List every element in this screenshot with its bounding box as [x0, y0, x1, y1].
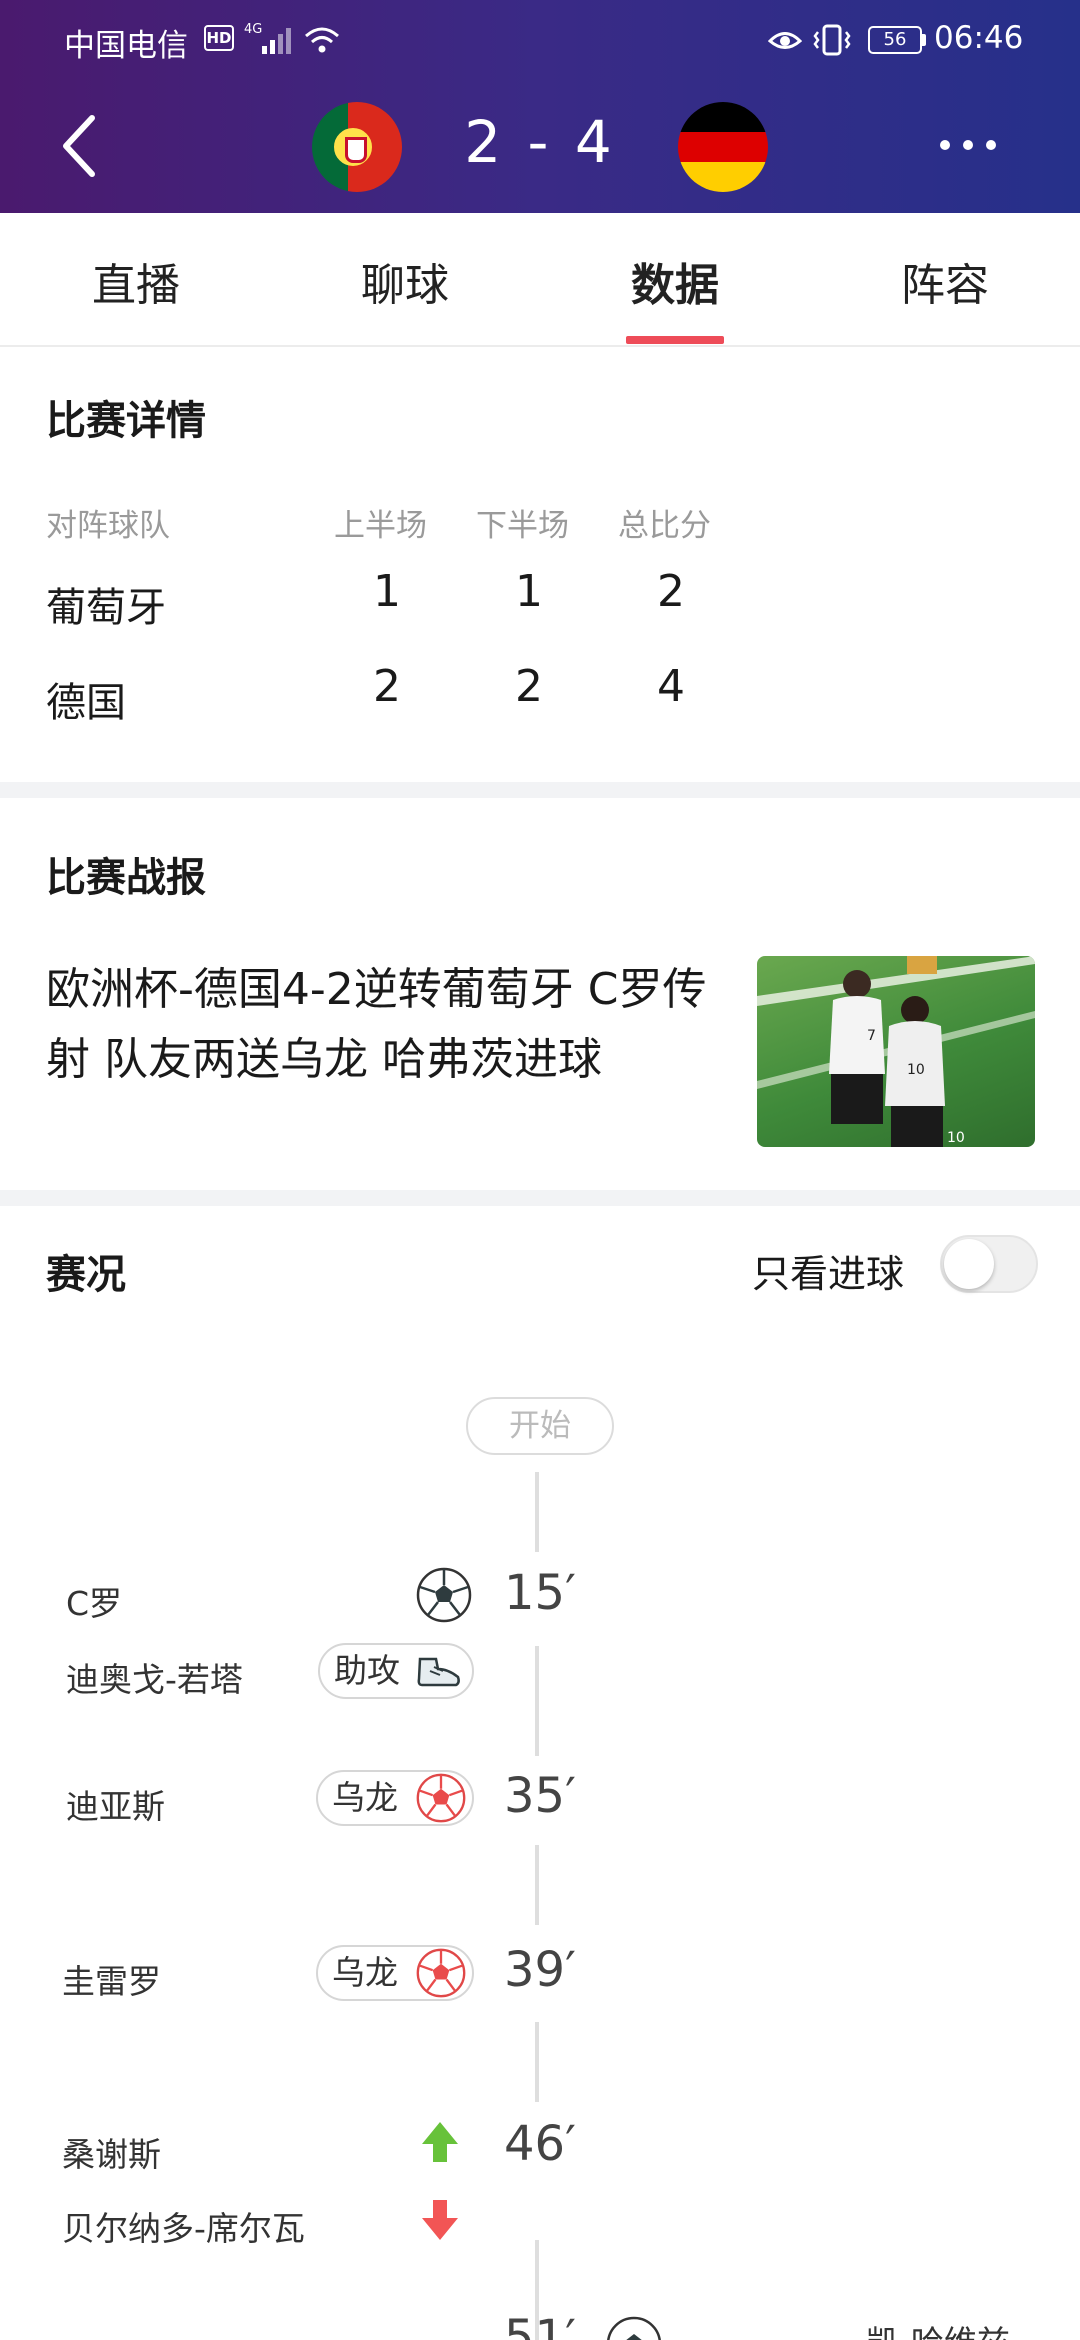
team-row-germany-name: 德国 — [46, 680, 126, 726]
header-total: 总比分 — [618, 508, 711, 544]
event-minute: 15′ — [504, 1565, 576, 1621]
event-player[interactable]: 圭雷罗 — [62, 1955, 161, 2003]
eye-icon — [768, 32, 802, 49]
svg-text:10: 10 — [907, 1062, 925, 1078]
battery-icon: 56 — [868, 26, 922, 54]
boot-icon — [417, 1657, 460, 1687]
toggle-knob — [944, 1239, 994, 1289]
soccer-ball-icon — [607, 2316, 661, 2340]
details-title: 比赛详情 — [46, 398, 206, 444]
assist-tag: 助攻 — [318, 1643, 474, 1699]
battery-nub — [922, 34, 926, 46]
report-headline[interactable]: 欧洲杯-德国4-2逆转葡萄牙 C罗传射 队友两送乌龙 哈弗茨进球 — [46, 955, 746, 1095]
event-player[interactable]: 迪奥戈-若塔 — [66, 1653, 243, 1701]
timeline-title: 赛况 — [46, 1252, 126, 1298]
tab-lineup[interactable]: 阵容 — [845, 249, 1045, 313]
more-options-icon[interactable] — [936, 126, 1000, 166]
network-type-label: 4G — [244, 22, 263, 37]
hd-icon: HD — [204, 25, 234, 51]
vibrate-icon — [813, 24, 851, 56]
carrier-label: 中国电信 — [64, 28, 188, 64]
sub-out-arrow-icon — [422, 2200, 458, 2240]
active-tab-indicator — [626, 336, 724, 344]
signal-icon — [262, 26, 294, 54]
back-arrow-icon[interactable] — [54, 108, 104, 184]
goals-only-label: 只看进球 — [752, 1252, 905, 1296]
event-player[interactable]: C罗 — [66, 1577, 122, 1625]
match-header: 中国电信 HD 4G 56 06:46 2 - 4 — [0, 0, 1080, 213]
own-goal-tag: 乌龙 — [316, 1770, 474, 1826]
wifi-icon — [305, 27, 339, 53]
event-player[interactable]: 桑谢斯 — [62, 2128, 161, 2176]
header-first-half: 上半场 — [334, 508, 427, 544]
event-player[interactable]: 迪亚斯 — [66, 1780, 165, 1828]
own-goal-tag-label: 乌龙 — [332, 1778, 398, 1817]
tab-bar: 直播 聊球 数据 阵容 — [0, 213, 1080, 347]
timeline-line — [535, 1472, 539, 1552]
own-goal-tag-label: 乌龙 — [332, 1953, 398, 1992]
portugal-second-half: 1 — [515, 566, 543, 617]
assist-tag-label: 助攻 — [334, 1651, 400, 1690]
germany-first-half: 2 — [373, 661, 401, 712]
match-start-marker: 开始 — [466, 1397, 614, 1455]
svg-text:10: 10 — [947, 1130, 965, 1146]
germany-flag-icon[interactable] — [678, 102, 768, 192]
header-teams: 对阵球队 — [46, 508, 170, 544]
svg-text:7: 7 — [867, 1028, 876, 1044]
report-thumbnail-image[interactable]: 7 10 10 — [757, 956, 1035, 1147]
header-second-half: 下半场 — [476, 508, 569, 544]
clock-time: 06:46 — [934, 20, 1024, 56]
own-goal-ball-icon — [416, 1948, 466, 1998]
event-minute: 46′ — [504, 2116, 576, 2172]
report-title: 比赛战报 — [46, 855, 206, 901]
event-minute: 51′ — [504, 2310, 576, 2340]
event-player[interactable]: 贝尔纳多-席尔瓦 — [62, 2202, 305, 2250]
germany-second-half: 2 — [515, 661, 543, 712]
timeline-line — [535, 1845, 539, 1925]
portugal-total: 2 — [657, 566, 685, 617]
sub-in-arrow-icon — [422, 2122, 458, 2162]
tab-chat[interactable]: 聊球 — [305, 249, 505, 313]
match-score: 2 - 4 — [464, 108, 616, 176]
goals-only-toggle[interactable] — [940, 1235, 1038, 1293]
timeline-line — [535, 2022, 539, 2102]
tab-live[interactable]: 直播 — [36, 249, 236, 313]
status-bar: 中国电信 HD 4G 56 06:46 — [0, 0, 1080, 80]
portugal-first-half: 1 — [373, 566, 401, 617]
own-goal-ball-icon — [416, 1773, 466, 1823]
team-row-portugal-name: 葡萄牙 — [46, 585, 166, 631]
section-divider — [0, 1190, 1080, 1206]
tab-data[interactable]: 数据 — [575, 249, 775, 313]
event-player[interactable]: 凯-哈维兹 — [866, 2316, 1010, 2340]
portugal-flag-icon[interactable] — [312, 102, 402, 192]
report-photo: 7 10 10 — [757, 956, 1035, 1147]
section-divider — [0, 782, 1080, 798]
soccer-ball-icon — [416, 1567, 472, 1623]
event-minute: 35′ — [504, 1768, 576, 1824]
event-minute: 39′ — [504, 1942, 576, 1998]
germany-total: 4 — [657, 661, 685, 712]
own-goal-tag: 乌龙 — [316, 1945, 474, 2001]
timeline-line — [535, 1646, 539, 1756]
